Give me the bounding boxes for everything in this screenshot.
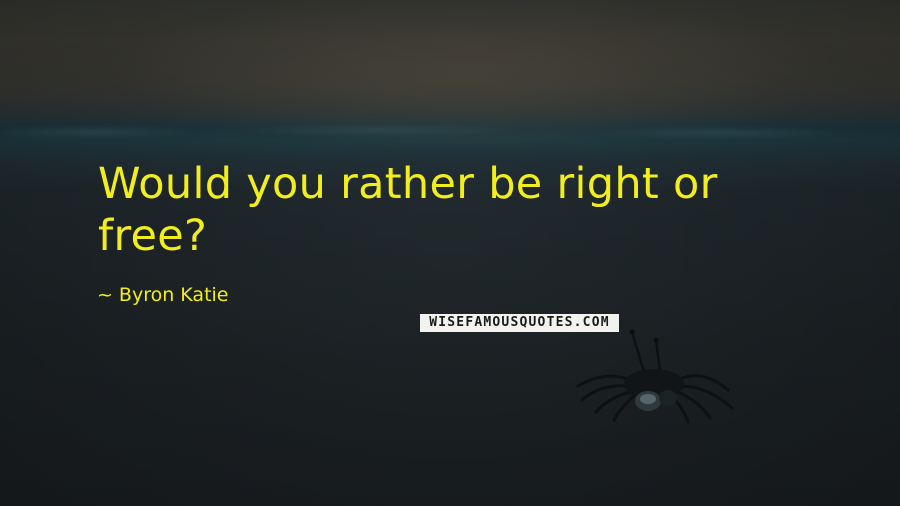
quote-text: Would you rather be right or free? — [98, 159, 718, 261]
crab-illustration — [576, 329, 734, 424]
watermark-logo: WISEFAMOUSQUOTES.COM — [420, 314, 619, 332]
author-dash: ~ — [97, 284, 113, 306]
quote-image: Would you rather be right or free? ~ Byro… — [0, 0, 900, 506]
quote-author: ~ Byron Katie — [97, 283, 229, 307]
author-name: Byron Katie — [118, 284, 229, 306]
